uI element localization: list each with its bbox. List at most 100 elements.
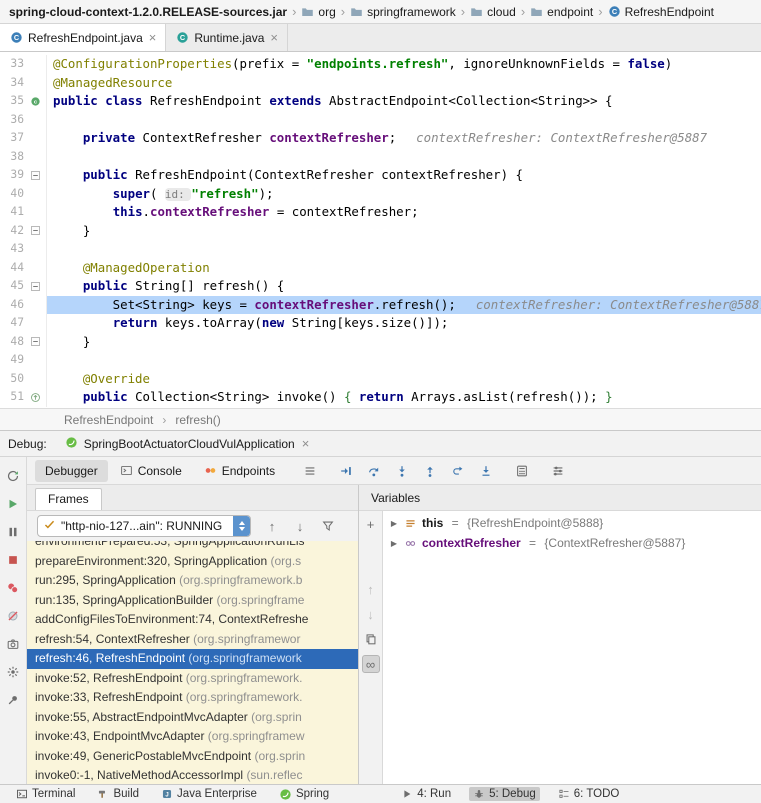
editor-gutter[interactable]: 40 (0, 184, 47, 203)
editor-gutter[interactable]: 39 (0, 166, 47, 185)
toolwindow-button-terminal[interactable]: Terminal (12, 787, 79, 801)
step-out-button[interactable] (419, 461, 441, 481)
arrow-up-button[interactable]: ↑ (261, 516, 283, 536)
editor-gutter[interactable]: 51 (0, 388, 47, 407)
fold-marker-icon[interactable] (30, 226, 40, 236)
frame-row[interactable]: run:295, SpringApplication (org.springfr… (27, 571, 358, 591)
editor-gutter[interactable]: 50 (0, 369, 47, 388)
toolwindow-button-spring[interactable]: Spring (275, 787, 333, 802)
show-execution-point-button[interactable] (335, 461, 357, 481)
editor-breadcrumb-item[interactable]: RefreshEndpoint (64, 413, 153, 427)
toolwindow-button-4-run[interactable]: 4: Run (397, 787, 455, 801)
view-breakpoints-button[interactable] (3, 579, 23, 597)
mute-breakpoints-button[interactable] (3, 607, 23, 625)
editor-gutter[interactable]: 36 (0, 110, 47, 129)
editor-gutter[interactable]: 43 (0, 240, 47, 259)
editor-gutter[interactable]: 38 (0, 147, 47, 166)
breadcrumb-item[interactable]: org (298, 3, 338, 21)
frame-row[interactable]: invoke:49, GenericPostableMvcEndpoint (o… (27, 747, 358, 767)
infinity-button[interactable]: ∞ (361, 655, 380, 673)
code-text[interactable]: @ManagedResource (47, 74, 761, 93)
frame-row[interactable]: invoke0:-1, NativeMethodAccessorImpl (su… (27, 766, 358, 784)
evaluate-expression-button[interactable] (511, 461, 533, 481)
frame-row[interactable]: environmentPrepared:53, SpringApplicatio… (27, 541, 358, 552)
close-icon[interactable]: × (301, 437, 311, 450)
expand-arrow-icon[interactable]: ▶ (389, 519, 399, 528)
frame-row[interactable]: refresh:46, RefreshEndpoint (org.springf… (27, 649, 358, 669)
breadcrumb-item[interactable]: springframework (347, 3, 459, 21)
arrow-down-button[interactable]: ↓ (362, 605, 380, 623)
debug-tab-debugger[interactable]: Debugger (35, 459, 108, 482)
breadcrumb-item[interactable]: endpoint (527, 3, 596, 21)
code-text[interactable]: return keys.toArray(new String[keys.size… (47, 314, 761, 333)
arrow-down-button[interactable]: ↓ (289, 516, 311, 536)
combo-stepper-icon[interactable] (233, 516, 250, 536)
editor-gutter[interactable]: 48 (0, 332, 47, 351)
frame-row[interactable]: invoke:52, RefreshEndpoint (org.springfr… (27, 669, 358, 689)
frame-row[interactable]: invoke:43, EndpointMvcAdapter (org.sprin… (27, 727, 358, 747)
code-text[interactable] (47, 240, 761, 259)
close-icon[interactable]: × (269, 31, 279, 44)
code-text[interactable]: public String[] refresh() { (47, 277, 761, 296)
thread-selector[interactable]: "http-nio-127...ain": RUNNING (37, 515, 251, 537)
code-text[interactable]: @Override (47, 370, 761, 389)
code-text[interactable]: } (47, 333, 761, 352)
toolwindow-button-java-enterprise[interactable]: J Java Enterprise (157, 787, 261, 801)
editor-breadcrumb-item[interactable]: refresh() (175, 413, 220, 427)
pin-button[interactable] (3, 691, 23, 709)
frame-row[interactable]: invoke:55, AbstractEndpointMvcAdapter (o… (27, 708, 358, 728)
copy-button[interactable] (362, 630, 380, 648)
editor-gutter[interactable]: 47 (0, 314, 47, 333)
code-text[interactable] (47, 148, 761, 167)
rerun-button[interactable] (3, 467, 23, 485)
code-text[interactable]: this.contextRefresher = contextRefresher… (47, 203, 761, 222)
editor-gutter[interactable]: 34 (0, 73, 47, 92)
toolwindow-button-5-debug[interactable]: 5: Debug (469, 787, 540, 801)
run-to-cursor-button[interactable] (475, 461, 497, 481)
code-text[interactable] (47, 351, 761, 370)
code-text[interactable]: super( id: "refresh"); (47, 185, 761, 204)
plus-button[interactable]: + (362, 515, 380, 533)
layout-settings-button[interactable] (547, 461, 569, 481)
expand-arrow-icon[interactable]: ▶ (389, 539, 399, 548)
frame-row[interactable]: prepareEnvironment:320, SpringApplicatio… (27, 552, 358, 572)
drop-frame-button[interactable] (447, 461, 469, 481)
close-icon[interactable]: × (148, 31, 158, 44)
fold-marker-icon[interactable] (30, 281, 40, 291)
layout-menu-button[interactable] (299, 461, 321, 481)
variable-row[interactable]: ▶ contextRefresher = {ContextRefresher@58… (383, 533, 761, 553)
toolwindow-button-6-todo[interactable]: 6: TODO (554, 787, 624, 801)
breadcrumb-item[interactable]: C RefreshEndpoint (605, 3, 717, 21)
editor-gutter[interactable]: 35 c (0, 92, 47, 111)
editor-gutter[interactable]: 46 (0, 295, 47, 314)
breadcrumb-item[interactable]: spring-cloud-context-1.2.0.RELEASE-sourc… (6, 3, 290, 21)
editor-tab[interactable]: C RefreshEndpoint.java × (0, 24, 167, 51)
code-text[interactable]: public class RefreshEndpoint extends Abs… (47, 92, 761, 111)
code-text[interactable]: Set<String> keys = contextRefresher.refr… (47, 295, 761, 314)
code-text[interactable]: public RefreshEndpoint(ContextRefresher … (47, 166, 761, 185)
step-into-button[interactable] (391, 461, 413, 481)
code-text[interactable]: @ManagedOperation (47, 259, 761, 278)
resume-button[interactable] (3, 495, 23, 513)
breadcrumb-item[interactable]: cloud (467, 3, 519, 21)
variable-row[interactable]: ▶ this = {RefreshEndpoint@5888} (383, 513, 761, 533)
stop-button[interactable] (3, 551, 23, 569)
frame-row[interactable]: refresh:54, ContextRefresher (org.spring… (27, 630, 358, 650)
editor-gutter[interactable]: 33 (0, 55, 47, 74)
pause-button[interactable] (3, 523, 23, 541)
frame-row[interactable]: addConfigFilesToEnvironment:74, ContextR… (27, 610, 358, 630)
arrow-up-button[interactable]: ↑ (362, 580, 380, 598)
editor-gutter[interactable]: 45 (0, 277, 47, 296)
step-over-button[interactable] (363, 461, 385, 481)
toolwindow-button-build[interactable]: Build (93, 787, 143, 801)
settings-button[interactable] (3, 663, 23, 681)
editor-gutter[interactable]: 41 (0, 203, 47, 222)
code-text[interactable]: } (47, 222, 761, 241)
code-text[interactable]: public Collection<String> invoke() { ret… (47, 388, 761, 407)
thread-dump-button[interactable] (3, 635, 23, 653)
debug-tab-endpoints[interactable]: Endpoints (194, 460, 285, 482)
fold-marker-icon[interactable] (30, 170, 40, 180)
editor-gutter[interactable]: 37 (0, 129, 47, 148)
fold-marker-icon[interactable] (30, 337, 40, 347)
frame-row[interactable]: invoke:33, RefreshEndpoint (org.springfr… (27, 688, 358, 708)
